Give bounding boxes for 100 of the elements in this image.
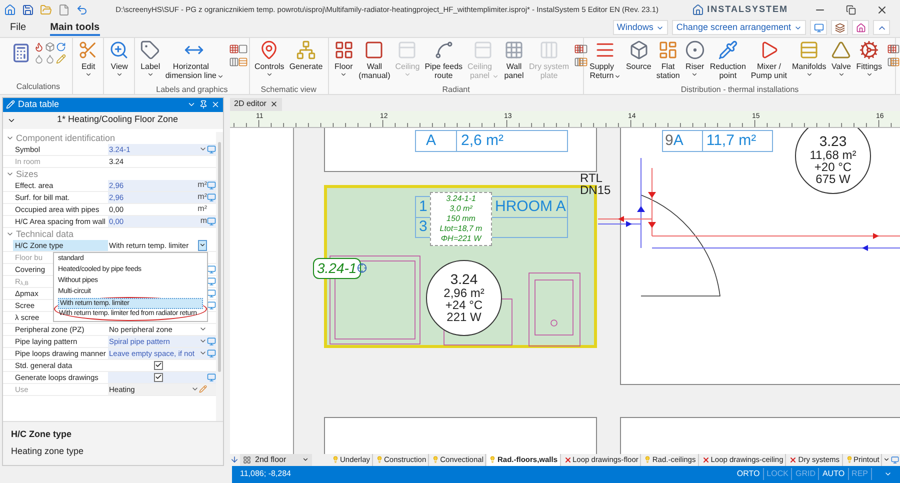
ribbon-group-label: Radiant xyxy=(441,84,471,96)
undo-icon[interactable] xyxy=(76,4,88,16)
ribbon-button[interactable]: Horizontal dimension line xyxy=(163,38,226,84)
restore-icon[interactable] xyxy=(846,4,856,15)
checkbox[interactable] xyxy=(154,372,162,382)
ribbon-button[interactable]: Edit xyxy=(76,38,100,84)
grid-icon[interactable] xyxy=(228,44,238,54)
link-icon[interactable] xyxy=(207,264,216,274)
crosshair-icon[interactable] xyxy=(356,263,367,274)
link-icon[interactable] xyxy=(207,348,216,358)
link-icon[interactable] xyxy=(207,372,216,382)
ribbon-button[interactable]: Reduction point xyxy=(708,38,748,84)
caret-icon xyxy=(116,70,123,78)
link-icon[interactable] xyxy=(207,216,216,226)
arrangement-dropdown[interactable]: Change screen arrangement xyxy=(672,20,806,36)
cursor-coordinates: 11,086; -8,284 xyxy=(240,468,292,480)
room-bubble-line: 3.24 xyxy=(450,272,478,288)
save-icon[interactable] xyxy=(22,4,34,16)
pencil-icon[interactable] xyxy=(56,54,66,64)
loop-label-line: 3.24-1-1 xyxy=(446,194,476,204)
ribbon-button[interactable]: Fittings xyxy=(854,38,884,84)
monitor-button[interactable] xyxy=(810,20,827,36)
fitting-icon xyxy=(859,40,880,60)
floor-dropdown[interactable]: 2nd floor xyxy=(240,454,312,466)
dropdown-button[interactable] xyxy=(198,240,207,251)
menu-tab[interactable]: File xyxy=(10,20,26,36)
scrollbar-thumb[interactable] xyxy=(218,142,221,372)
columns-icon[interactable] xyxy=(887,56,897,67)
windows-dropdown[interactable]: Windows xyxy=(612,20,668,36)
rows-icon[interactable] xyxy=(890,56,900,67)
floor-plan-icon xyxy=(243,456,251,464)
close-icon[interactable] xyxy=(876,4,888,16)
drop-icon[interactable] xyxy=(45,54,56,64)
ribbon-button[interactable]: Riser xyxy=(682,38,707,84)
room-name-text: 1 xyxy=(419,196,428,217)
ribbon-button[interactable]: Wall (manual) xyxy=(356,38,392,84)
grid-icon xyxy=(504,40,524,60)
ribbon-button[interactable]: View xyxy=(107,38,132,84)
rows-icon[interactable] xyxy=(578,56,588,67)
pin-icon[interactable] xyxy=(199,100,208,110)
flame-icon[interactable] xyxy=(34,42,44,52)
room-bubble-line: 2,96 m² xyxy=(444,287,484,300)
ribbon-button[interactable]: Pipe feeds route xyxy=(422,38,465,84)
caret-icon xyxy=(302,456,309,464)
square-icon[interactable] xyxy=(238,44,248,54)
ribbon-button-label: Generate xyxy=(289,62,323,71)
zone-symbol-tag[interactable]: 3.24-1 xyxy=(313,258,361,279)
ribbon-button[interactable]: Wall panel xyxy=(502,38,526,84)
area-tag-text: 2,6 m² xyxy=(460,130,504,151)
ribbon-button[interactable]: Controls xyxy=(252,38,286,84)
app-icon[interactable] xyxy=(4,4,16,16)
status-toggle[interactable]: AUTO xyxy=(819,468,849,480)
columns-icon[interactable] xyxy=(228,56,238,67)
room-bubble-line: 675 W xyxy=(816,173,850,186)
ribbon-button[interactable]: Source xyxy=(624,38,654,84)
link-icon[interactable] xyxy=(207,144,216,154)
link-icon[interactable] xyxy=(207,336,216,346)
square-icon[interactable] xyxy=(890,44,900,54)
ribbon-button[interactable]: Generate xyxy=(287,38,325,84)
square-icon[interactable] xyxy=(578,44,588,54)
layers-button[interactable] xyxy=(831,20,848,36)
new-file-icon[interactable] xyxy=(58,4,70,16)
ribbon-button[interactable]: Manifolds xyxy=(790,38,828,84)
caret-icon xyxy=(838,70,845,78)
home-button[interactable] xyxy=(852,20,869,36)
room-name-text: 3 xyxy=(419,216,428,237)
grid-icon[interactable] xyxy=(574,44,584,54)
ribbon-button[interactable]: Label xyxy=(138,38,162,84)
network-icon xyxy=(296,40,316,60)
calculator-icon[interactable] xyxy=(11,42,32,64)
floor-grid-icon xyxy=(334,40,354,60)
loop-label[interactable]: 3.24-1-1 3,0 m² 150 mm Ltot=18,7 m ΦH=221 W xyxy=(430,192,492,246)
scrollbar[interactable] xyxy=(216,132,223,421)
status-toggle[interactable]: ORTO xyxy=(734,468,764,480)
ribbon-button[interactable]: Mixer / Pump unit xyxy=(748,38,789,84)
arrow-down-icon[interactable] xyxy=(230,455,239,464)
drop-icon[interactable] xyxy=(34,54,44,64)
pipe-route-icon xyxy=(434,40,454,60)
monitor-icon[interactable] xyxy=(891,456,900,464)
editor-tab[interactable]: 2D editor xyxy=(230,98,282,111)
ribbon-button[interactable]: Floor xyxy=(332,38,356,84)
columns-icon[interactable] xyxy=(574,56,584,67)
valve-icon xyxy=(831,40,852,60)
ribbon-button[interactable]: Flat station xyxy=(654,38,682,84)
link-icon[interactable] xyxy=(207,180,216,190)
link-icon[interactable] xyxy=(207,192,216,202)
refresh-icon[interactable] xyxy=(56,42,66,52)
box-icon[interactable] xyxy=(45,42,56,52)
ribbon-group-label: Distribution - thermal installations xyxy=(680,84,800,96)
value-cell[interactable] xyxy=(108,372,216,383)
grid-icon[interactable] xyxy=(887,44,897,54)
link-icon[interactable] xyxy=(207,300,216,310)
room-bubble-line: +20 °C xyxy=(814,161,852,174)
link-icon[interactable] xyxy=(207,288,216,298)
ribbon-button[interactable]: Valve xyxy=(829,38,854,84)
rows-icon[interactable] xyxy=(238,56,248,67)
ribbon-button[interactable]: Supply Return xyxy=(587,38,623,84)
ribbon-group-label: Calculations xyxy=(15,80,61,93)
close-icon[interactable] xyxy=(270,100,278,108)
checkbox[interactable] xyxy=(154,360,162,370)
